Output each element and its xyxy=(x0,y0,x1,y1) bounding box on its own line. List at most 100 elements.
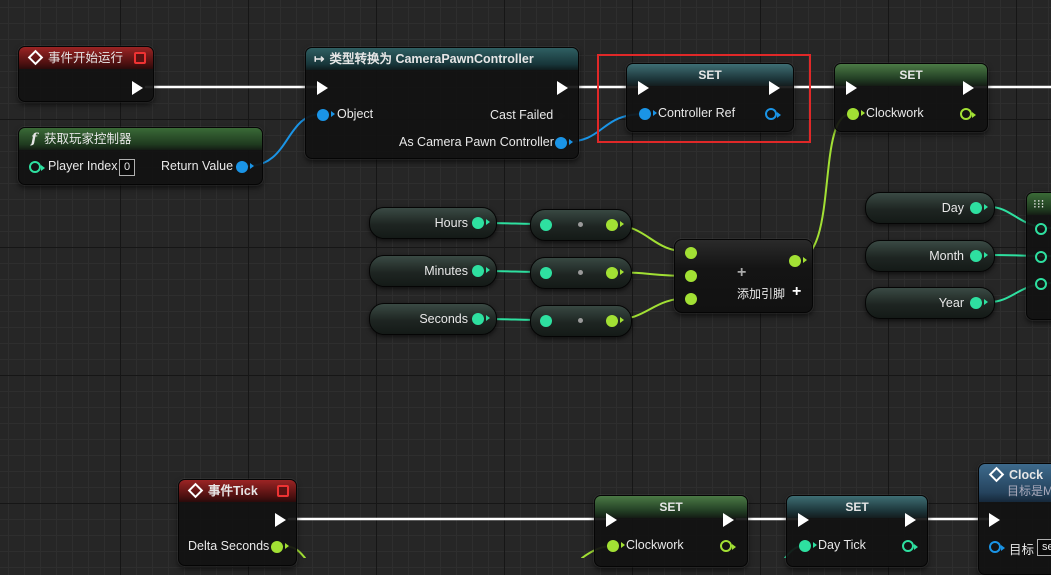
set-clockwork-2-exec-out-pin[interactable] xyxy=(723,513,734,527)
player-index-label: Player Index xyxy=(48,159,118,173)
delta-seconds-label: Delta Seconds xyxy=(188,539,270,553)
cast-node[interactable]: ↦ 类型转换为 CameraPawnController Object Cast … xyxy=(305,47,579,159)
array-in-pin-3[interactable] xyxy=(685,293,697,305)
function-icon: f xyxy=(31,131,38,147)
make-date-header[interactable]: ⁝⁝⁝ xyxy=(1027,193,1051,215)
cast-as-label: As Camera Pawn Controller xyxy=(399,135,554,149)
day-variable-node[interactable]: Day xyxy=(865,192,995,224)
make-date-month-pin[interactable] xyxy=(1035,251,1047,263)
conversion-node-hours[interactable] xyxy=(530,209,632,241)
add-pin-plus-icon[interactable]: + xyxy=(792,283,801,301)
day-out-pin[interactable] xyxy=(970,202,988,214)
event-tick-node[interactable]: 事件Tick Delta Seconds xyxy=(178,479,297,566)
event-tick-title: 事件Tick xyxy=(208,484,258,498)
clockwork-2-out-pin[interactable] xyxy=(720,540,736,552)
conversion-seconds-out-pin[interactable] xyxy=(606,315,624,327)
clockwork-2-label: Clockwork xyxy=(626,538,684,552)
clockwork-2-in-pin[interactable] xyxy=(607,540,625,552)
make-array-plus-icon: + xyxy=(737,264,747,281)
make-date-year-pin[interactable] xyxy=(1035,278,1047,290)
cast-exec-out-pin[interactable] xyxy=(557,81,568,95)
hours-out-pin[interactable] xyxy=(472,217,490,229)
return-value-label: Return Value xyxy=(161,159,234,173)
array-in-pin-2[interactable] xyxy=(685,270,697,282)
year-out-pin[interactable] xyxy=(970,297,988,309)
exec-out-pin[interactable] xyxy=(132,81,143,95)
clock-title: Clock xyxy=(1009,468,1044,482)
clock-function-node[interactable]: Clock 目标是M 目标 se xyxy=(978,463,1051,575)
get-player-controller-title: 获取玩家控制器 xyxy=(44,132,132,146)
set-clockwork-exec-in-pin[interactable] xyxy=(846,81,857,95)
array-in-pin-1[interactable] xyxy=(685,247,697,259)
cast-object-label: Object xyxy=(337,107,374,121)
get-player-controller-node[interactable]: f 获取玩家控制器 Player Index 0 Return Value xyxy=(18,127,263,185)
seconds-label: Seconds xyxy=(419,312,468,326)
make-array-node[interactable]: + 添加引脚 + xyxy=(674,239,813,313)
hours-variable-node[interactable]: Hours xyxy=(369,207,497,239)
conversion-seconds-in-pin[interactable] xyxy=(540,315,552,327)
conversion-hours-out-pin[interactable] xyxy=(606,219,624,231)
clock-exec-in-pin[interactable] xyxy=(989,513,1000,527)
set-clockwork-2-node[interactable]: SET Clockwork xyxy=(594,495,748,567)
stop-icon xyxy=(277,485,289,497)
hours-label: Hours xyxy=(434,216,468,230)
month-variable-node[interactable]: Month xyxy=(865,240,995,272)
delta-seconds-pin[interactable] xyxy=(271,541,289,553)
cast-object-pin[interactable] xyxy=(317,109,335,121)
cast-as-pin[interactable] xyxy=(555,137,573,149)
clock-subtitle: 目标是M xyxy=(1007,484,1051,498)
clock-target-label: 目标 xyxy=(1009,543,1035,557)
conversion-dot-icon xyxy=(578,222,583,227)
set-day-tick-exec-out-pin[interactable] xyxy=(905,513,916,527)
return-value-pin[interactable] xyxy=(236,161,254,173)
set-day-tick-exec-in-pin[interactable] xyxy=(798,513,809,527)
clock-target-input[interactable]: se xyxy=(1037,539,1051,556)
clockwork-in-pin[interactable] xyxy=(847,108,865,120)
cast-failed-pin[interactable] xyxy=(557,109,568,123)
conversion-node-minutes[interactable] xyxy=(530,257,632,289)
make-date-node[interactable]: ⁝⁝⁝ xyxy=(1026,192,1051,320)
add-pin-label[interactable]: 添加引脚 xyxy=(737,285,785,302)
event-diamond-icon xyxy=(187,482,204,499)
cast-exec-in-pin[interactable] xyxy=(317,81,328,95)
clockwork-out-pin[interactable] xyxy=(960,108,976,120)
conversion-dot-icon xyxy=(578,270,583,275)
day-label: Day xyxy=(941,201,964,215)
conversion-dot-icon xyxy=(578,318,583,323)
cast-icon: ↦ xyxy=(314,52,325,66)
event-tick-header[interactable]: 事件Tick xyxy=(179,480,296,502)
event-begin-play-node[interactable]: 事件开始运行 xyxy=(18,46,154,102)
set-day-tick-node[interactable]: SET Day Tick xyxy=(786,495,928,567)
set-clockwork-exec-out-pin[interactable] xyxy=(963,81,974,95)
conversion-hours-in-pin[interactable] xyxy=(540,219,552,231)
conversion-node-seconds[interactable] xyxy=(530,305,632,337)
grid-icon: ⁝⁝⁝ xyxy=(1033,197,1045,211)
clock-header[interactable]: Clock 目标是M xyxy=(979,464,1051,502)
minutes-label: Minutes xyxy=(424,264,468,278)
seconds-out-pin[interactable] xyxy=(472,313,490,325)
make-date-day-pin[interactable] xyxy=(1035,223,1047,235)
month-out-pin[interactable] xyxy=(970,250,988,262)
get-player-controller-header[interactable]: f 获取玩家控制器 xyxy=(19,128,262,150)
day-tick-out-pin[interactable] xyxy=(902,540,918,552)
array-out-pin[interactable] xyxy=(789,255,807,267)
day-tick-in-pin[interactable] xyxy=(799,540,817,552)
seconds-variable-node[interactable]: Seconds xyxy=(369,303,497,335)
set-clockwork-2-exec-in-pin[interactable] xyxy=(606,513,617,527)
clockwork-label: Clockwork xyxy=(866,106,924,120)
conversion-minutes-in-pin[interactable] xyxy=(540,267,552,279)
day-tick-label: Day Tick xyxy=(818,538,866,552)
cast-header[interactable]: ↦ 类型转换为 CameraPawnController xyxy=(306,48,578,70)
conversion-minutes-out-pin[interactable] xyxy=(606,267,624,279)
player-index-pin[interactable] xyxy=(29,161,45,173)
minutes-variable-node[interactable]: Minutes xyxy=(369,255,497,287)
selection-highlight-box xyxy=(597,54,811,143)
event-begin-play-header[interactable]: 事件开始运行 xyxy=(19,47,153,69)
year-variable-node[interactable]: Year xyxy=(865,287,995,319)
set-clockwork-node[interactable]: SET Clockwork xyxy=(834,63,988,132)
clock-target-pin[interactable] xyxy=(989,541,1005,553)
cast-title: 类型转换为 CameraPawnController xyxy=(329,52,534,66)
player-index-input[interactable]: 0 xyxy=(119,159,136,176)
tick-exec-out-pin[interactable] xyxy=(275,513,286,527)
minutes-out-pin[interactable] xyxy=(472,265,490,277)
